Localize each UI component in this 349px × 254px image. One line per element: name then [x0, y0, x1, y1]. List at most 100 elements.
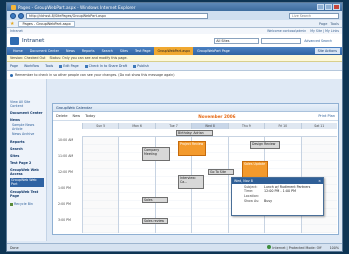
quick-launch-heading[interactable]: Document Center: [10, 111, 44, 115]
minimize-button[interactable]: [317, 4, 324, 10]
nav-item[interactable]: Search: [99, 47, 116, 55]
time-label: 2:00 PM: [58, 202, 71, 206]
calendar-webpart: GroupWeb Calendar Delete New Today Novem…: [52, 103, 339, 235]
quick-launch-heading[interactable]: GroupWeb Web Access: [10, 168, 44, 176]
back-icon[interactable]: [10, 12, 16, 19]
publish-button[interactable]: Publish: [133, 64, 149, 68]
site-actions-button[interactable]: Site Actions: [314, 48, 340, 54]
nav-item[interactable]: Sites: [117, 47, 131, 55]
time-label: 11:00 AM: [58, 154, 74, 158]
url-input[interactable]: http://cbhsst-8/SitePages/GroupWebPart.a…: [26, 12, 208, 19]
workflow-menu-button[interactable]: Workflow: [24, 64, 39, 68]
browser-tab[interactable]: Pages - GroupWebPart.aspx: [18, 20, 75, 27]
search-input[interactable]: Live Search: [289, 12, 339, 19]
time-label: 3:00 PM: [58, 218, 71, 222]
quick-launch-heading[interactable]: Sites: [10, 154, 44, 158]
month-label: November 2006: [198, 113, 236, 119]
close-icon[interactable]: ×: [318, 179, 321, 183]
delete-button[interactable]: Delete: [56, 114, 68, 118]
calendar-toolbar: Delete New Today November 2006 Print Pla…: [53, 112, 338, 121]
callout-field-label: Location:: [244, 194, 260, 199]
edit-icon: [59, 64, 63, 68]
callout-field-value: 12:00 PM - 1:00 PM: [264, 189, 296, 194]
nav-item[interactable]: Document Center: [27, 47, 62, 55]
favorites-bar: ★ Pages - GroupWebPart.aspx Page Tools: [7, 20, 342, 28]
event-project-review[interactable]: Project Review: [178, 141, 206, 156]
time-column: 10:00 AM 11:00 AM 12:00 PM 1:00 PM 2:00 PM 3:…: [56, 137, 82, 233]
callout-row: Subject: Lunch w/ Rudiment Partners: [232, 184, 323, 189]
advanced-search-link[interactable]: Advanced Search: [304, 39, 332, 43]
maximize-button[interactable]: [325, 4, 332, 10]
recycle-bin-link[interactable]: Recycle Bin: [10, 202, 44, 206]
page-menu-button[interactable]: Page: [10, 64, 18, 68]
globe-icon: [267, 245, 272, 249]
my-site-link[interactable]: My Site | My Links: [310, 29, 339, 33]
day-column[interactable]: [82, 137, 119, 233]
event-sales-review[interactable]: Sales review: [142, 218, 168, 224]
command-bar: Page Tools: [319, 22, 339, 26]
quick-launch-heading[interactable]: Test Page 2: [10, 161, 44, 165]
quick-launch-heading[interactable]: GroupWeb Web Part: [10, 177, 44, 188]
status-text: Done: [10, 245, 19, 250]
search-scope-select[interactable]: All Sites: [214, 37, 260, 44]
version-status: Version: Checked Out: [10, 56, 46, 60]
star-icon[interactable]: ★: [10, 21, 14, 27]
quick-launch-heading[interactable]: GroupWeb Test Page: [10, 190, 44, 198]
site-search-input[interactable]: [261, 37, 302, 44]
event-go-to-site[interactable]: Go To Site: [208, 169, 234, 175]
nav-item[interactable]: Reports: [79, 47, 98, 55]
edit-page-button[interactable]: Edit Page: [59, 64, 79, 68]
quick-launch-heading[interactable]: Reports: [10, 140, 44, 144]
event-company-meeting[interactable]: Company Meeting: [142, 147, 170, 161]
check-in-icon: [84, 64, 88, 68]
quick-launch-link[interactable]: News Archive: [10, 133, 44, 137]
publish-icon: [133, 64, 137, 68]
nav-item[interactable]: News: [63, 47, 78, 55]
event-design-review[interactable]: Design Review: [250, 141, 280, 149]
print-link[interactable]: Print Plan: [318, 114, 335, 118]
today-button[interactable]: Today: [85, 114, 95, 118]
tools-menu-button[interactable]: Tools: [45, 64, 53, 68]
check-in-button[interactable]: Check In to Share Draft: [84, 64, 127, 68]
info-text: Remember to check in so other people can…: [15, 73, 175, 77]
quick-launch-heading[interactable]: Search: [10, 147, 44, 151]
welcome-menu[interactable]: Welcome contoso\admin: [267, 29, 306, 33]
time-label: 1:00 PM: [58, 186, 71, 190]
callout-field-label: Subject:: [244, 184, 258, 189]
page-editing-toolbar: Page Workflow Tools Edit Page Check In t…: [7, 62, 342, 71]
time-label: 10:00 AM: [58, 138, 74, 142]
recycle-bin-icon: [10, 202, 13, 206]
quick-launch-link[interactable]: Sample News Article: [10, 123, 44, 131]
security-zone: Internet | Protected Mode: Off: [267, 245, 322, 250]
site-title[interactable]: Intranet: [22, 38, 44, 44]
info-icon: [10, 73, 13, 77]
top-link-intranet[interactable]: Intranet: [10, 29, 23, 33]
nav-item[interactable]: GroupWebPart.aspx: [154, 47, 194, 55]
event-sales-preview[interactable]: Sales preview: [142, 197, 168, 203]
browser-window: Pages - GroupWebPart.aspx - Windows Inte…: [6, 2, 343, 252]
window-controls: [317, 4, 340, 10]
zoom-level[interactable]: 100%: [330, 246, 339, 250]
tools-menu[interactable]: Tools: [330, 22, 339, 26]
event-callout[interactable]: Wed, Nov 8 × Subject: Lunch w/ Rudiment P…: [231, 177, 324, 216]
browser-status-bar: Done Internet | Protected Mode: Off 100%: [7, 243, 342, 251]
page-status: Status: Only you can see and modify this…: [49, 56, 128, 60]
event-birthday[interactable]: Birthday: Adrian: [176, 130, 213, 136]
ie-icon: [11, 4, 16, 10]
nav-item[interactable]: Test Page: [132, 47, 154, 55]
callout-row: Show As: Busy: [232, 198, 323, 203]
nav-item[interactable]: GroupWebPart Page: [194, 47, 233, 55]
forward-icon[interactable]: [18, 12, 24, 19]
view-all-content-link[interactable]: View All Site Content: [10, 100, 44, 108]
site-logo-icon: [10, 36, 19, 45]
close-button[interactable]: [333, 4, 340, 10]
nav-item[interactable]: Home: [10, 47, 26, 55]
new-button[interactable]: New: [73, 114, 81, 118]
quick-launch-heading[interactable]: News: [10, 118, 44, 122]
time-label: 12:00 PM: [58, 170, 73, 174]
window-titlebar: Pages - GroupWebPart.aspx - Windows Inte…: [7, 3, 342, 11]
page-menu[interactable]: Page: [319, 22, 327, 26]
callout-field-label: Time:: [244, 189, 254, 194]
event-interview[interactable]: Interview: Ca...: [178, 175, 204, 189]
callout-field-value: Lunch w/ Rudiment Partners: [264, 184, 311, 189]
